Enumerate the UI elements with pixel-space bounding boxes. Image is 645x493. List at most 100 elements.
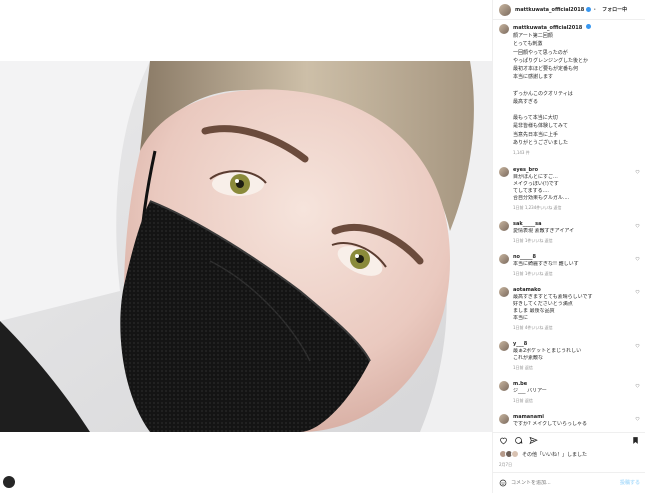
comment-like-icon[interactable]: [635, 169, 640, 174]
comment-like-icon[interactable]: [635, 223, 640, 228]
caption-line: 当意先日本当に上手: [513, 131, 559, 138]
comment-body: eyes_bro 目がほんとにすご... メイクっぽい(!)です てしてまする....…: [513, 167, 640, 211]
action-bar: [493, 432, 645, 448]
comments-feed[interactable]: mattkuwata_official2018 顔アート第二回顔 とっても刺激 …: [493, 24, 645, 426]
comment-item: m.be ジ___ バリアー 1日前 返信: [499, 381, 640, 404]
comment-text: ましま 最後な品質: [513, 308, 555, 315]
comment-item: mamanamiですか? メイクしていらっしゃるヂャッキー1日前 返信: [499, 414, 640, 426]
caption-line: 最高すぎる: [513, 98, 539, 105]
caption-line: ずっかんこのクオリティは: [513, 90, 573, 97]
comment-meta: 1日前 4件いいね 返信: [513, 325, 553, 331]
smile-icon[interactable]: [499, 479, 507, 487]
author-avatar[interactable]: [499, 3, 511, 16]
post-header: mattkuwata_official2018 • フォロー中: [493, 0, 645, 20]
comment-meta: 1日前 1件いいね 返信: [513, 271, 553, 277]
comment-text: 最ぁ2ポケットとまじうれしい: [513, 348, 582, 355]
comment-like-icon[interactable]: [635, 416, 640, 421]
comment-text: 本当に: [513, 315, 529, 322]
commenter-username[interactable]: mamanami: [513, 414, 544, 420]
comment-body: aotamako 最高すぎますとても素晴らしいです 好きしてくださいとう満点 ましま …: [513, 287, 640, 331]
commenter-avatar[interactable]: [499, 221, 509, 232]
photo-illustration: [0, 61, 492, 432]
author-username[interactable]: mattkuwata_official2018: [515, 7, 584, 13]
bookmark-icon[interactable]: [631, 436, 640, 445]
comment-meta: 1日前 返信: [513, 365, 533, 371]
comment-like-icon[interactable]: [635, 289, 640, 294]
comment-text: ジ___ バリアー: [513, 388, 547, 395]
comment-body: mamanamiですか? メイクしていらっしゃるヂャッキー1日前 返信: [513, 414, 640, 426]
likes-row[interactable]: その他「いいね！」しました: [499, 450, 639, 458]
comment-item: y___8 最ぁ2ポケットとまじうれしい これが素敵な 1日前 返信: [499, 341, 640, 371]
caption-line: 最もって本当に大切: [513, 115, 558, 122]
commenter-username[interactable]: sak_____sa: [513, 221, 542, 227]
commenter-avatar[interactable]: [499, 414, 509, 425]
comment-like-icon[interactable]: [635, 343, 640, 348]
liker-avatar: [511, 450, 519, 458]
comment-text: これが素敵な: [513, 355, 544, 362]
caption-line: 是非皆様も体験してみて: [513, 123, 568, 130]
commenter-username[interactable]: no_____8: [513, 254, 536, 260]
post-comment-button[interactable]: 投稿する: [620, 479, 640, 486]
comment-text: メイクっぽい(!)です: [513, 181, 559, 188]
comment-like-icon[interactable]: [635, 256, 640, 261]
comment-text: てしてまする....: [513, 188, 549, 195]
caption-username[interactable]: mattkuwata_official2018: [513, 25, 582, 31]
caption-line: ありがとうございました: [513, 139, 569, 146]
comment-meta: 1日前 返信: [513, 398, 533, 404]
comment-body: m.be ジ___ バリアー 1日前 返信: [513, 381, 640, 404]
comment-meta: 1日前 1,234件いいね 返信: [513, 205, 562, 211]
share-icon[interactable]: [529, 436, 538, 445]
post-date: 2月7日: [499, 462, 513, 467]
commenter-avatar[interactable]: [499, 381, 509, 392]
comment-body: y___8 最ぁ2ポケットとまじうれしい これが素敵な 1日前 返信: [513, 341, 640, 371]
comment-text: 好きしてくださいとう満点: [513, 301, 573, 308]
commenter-username[interactable]: m.be: [513, 381, 527, 387]
commenter-username[interactable]: y___8: [513, 341, 527, 347]
comment-item: eyes_bro 目がほんとにすご... メイクっぽい(!)です てしてまする....…: [499, 167, 640, 211]
post-media-column: [0, 0, 492, 493]
post-photo[interactable]: [0, 61, 492, 432]
comment-body: sak_____sa 愛情表現 素敵すぎアイアイ 1日前 1件いいね 返信: [513, 221, 640, 244]
caption-meta: 1,143 件: [513, 150, 530, 156]
comment-item: no_____8 本当に綺麗すぎな!! 難しいす 1日前 1件いいね 返信: [499, 254, 640, 277]
caption-line: [513, 81, 640, 89]
comment-item: aotamako 最高すぎますとても素晴らしいです 好きしてくださいとう満点 ましま …: [499, 287, 640, 331]
verified-icon: [585, 24, 591, 29]
comment-icon[interactable]: [514, 436, 523, 445]
comment-like-icon[interactable]: [635, 383, 640, 388]
user-tag-icon[interactable]: [3, 476, 15, 488]
comment-text: 最高すぎますとても素晴らしいです: [513, 294, 593, 301]
caption-avatar[interactable]: [499, 24, 509, 34]
comment-text: 愛情表現 素敵すぎアイアイ: [513, 228, 575, 235]
caption-line: とっても刺激: [513, 41, 543, 48]
caption-line: 一回顔やって思ったのが: [513, 49, 568, 56]
comment-item: sak_____sa 愛情表現 素敵すぎアイアイ 1日前 1件いいね 返信: [499, 221, 640, 244]
follow-button[interactable]: フォロー中: [602, 6, 627, 13]
caption-line: 顔アート第二回顔: [513, 33, 553, 40]
post-sidebar: mattkuwata_official2018 • フォロー中 mattkuwa…: [492, 0, 645, 493]
caption-line: [513, 106, 640, 114]
heart-icon[interactable]: [499, 436, 508, 445]
comment-text: 本当に綺麗すぎな!! 難しいす: [513, 261, 579, 268]
commenter-username[interactable]: eyes_bro: [513, 167, 538, 173]
commenter-avatar[interactable]: [499, 254, 509, 265]
commenter-username[interactable]: aotamako: [513, 287, 541, 293]
commenter-avatar[interactable]: [499, 167, 509, 178]
post-caption: mattkuwata_official2018 顔アート第二回顔 とっても刺激 …: [499, 24, 640, 157]
comment-meta: 1日前 1件いいね 返信: [513, 238, 553, 244]
verified-icon: [586, 7, 592, 12]
comment-text: ですか? メイクしていらっしゃる: [513, 421, 587, 426]
caption-line: 本当に感謝します: [513, 74, 554, 81]
comment-composer: 投稿する: [493, 472, 645, 492]
caption-line: 最初オ本ほど要もが定番も何: [513, 66, 579, 73]
comment-text: 合自分効果もグルガル....: [513, 195, 570, 202]
comment-text: 目がほんとにすご...: [513, 174, 558, 181]
comment-list: eyes_bro 目がほんとにすご... メイクっぽい(!)です てしてまする....…: [499, 167, 640, 426]
commenter-avatar[interactable]: [499, 287, 509, 298]
separator-dot: •: [593, 6, 597, 13]
comment-input[interactable]: [511, 479, 616, 486]
caption-line: やっぱりグレンジングした後とか: [513, 57, 589, 64]
comment-body: no_____8 本当に綺麗すぎな!! 難しいす 1日前 1件いいね 返信: [513, 254, 640, 277]
commenter-avatar[interactable]: [499, 341, 509, 352]
likes-text: その他「いいね！」しました: [522, 451, 588, 458]
